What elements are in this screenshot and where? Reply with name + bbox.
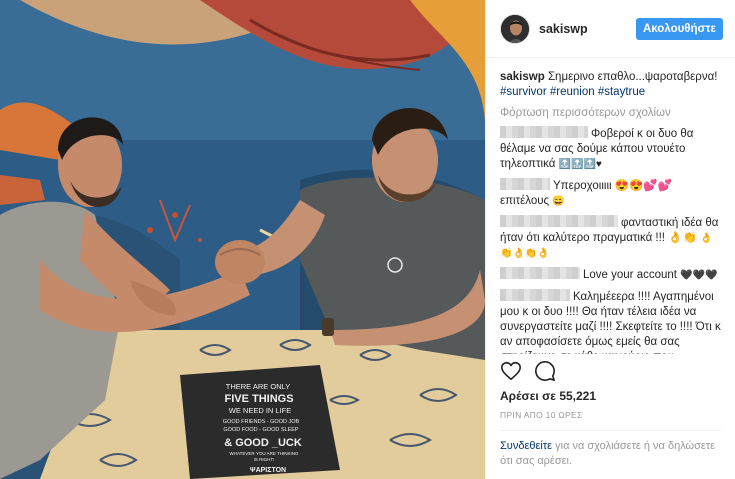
post-header: sakiswp Ακολουθήστε <box>486 0 735 58</box>
comment-emoji: 😄 <box>552 196 565 207</box>
comment-item: Υπερoχοιιιιι 😍😍💕💕 επιτέλους 😄 <box>500 178 721 209</box>
comment-emoji: 🔝🔝🔝♥ <box>558 159 602 170</box>
sign-line3: WE NEED IN LIFE <box>229 406 292 415</box>
comment-emoji: 🖤🖤🖤 <box>680 270 718 281</box>
comment-item: φανταστική ιδέα θα ήταν ότι καλύτερο πρα… <box>500 215 721 261</box>
sign-brand: ΨΑΡΙΣΤΟΝ <box>250 467 286 474</box>
post-actions <box>500 360 556 382</box>
likes-count[interactable]: Αρέσει σε 55,221 <box>500 389 596 403</box>
sign-line8: IS RIGHT! <box>254 457 275 462</box>
blurred-username <box>500 126 588 138</box>
comment-bubble-icon[interactable] <box>534 360 556 382</box>
blurred-username <box>500 289 570 301</box>
login-prompt: Συνδεθείτε για να σχολιάσετε ή να δηλώσε… <box>500 439 725 469</box>
caption-text: Σημερινο επαθλο...ψαροταβερνα! <box>544 71 718 83</box>
comments-list[interactable]: sakiswp Σημερινο επαθλο...ψαροταβερνα! #… <box>486 58 735 354</box>
avatar-image <box>501 14 529 43</box>
load-more-comments-link[interactable]: Φόρτωση περισσότερων σχολίων <box>500 106 721 121</box>
post-timestamp: ΠΡΙΝ ΑΠΟ 10 ΩΡΕΣ <box>500 410 583 420</box>
divider <box>500 430 721 431</box>
hashtag-staytrue[interactable]: #staytrue <box>598 86 645 98</box>
blurred-username <box>500 178 550 190</box>
caption-username[interactable]: sakiswp <box>500 71 545 83</box>
username[interactable]: sakiswp <box>539 22 636 36</box>
post-side-panel: sakiswp Ακολουθήστε sakiswp Σημερινο επα… <box>485 0 735 479</box>
sign-line5: GOOD FOOD - GOOD SLEEP <box>223 427 299 433</box>
sign-line2: FIVE THINGS <box>224 393 293 405</box>
comment-text: Love your account <box>583 269 677 281</box>
follow-button[interactable]: Ακολουθήστε <box>635 17 723 40</box>
sign-line1: THERE ARE ONLY <box>226 382 290 391</box>
sign-line7: WHATEVER YOU ARE THINKING <box>229 451 299 456</box>
comment-item: Love your account 🖤🖤🖤 <box>500 267 721 283</box>
hashtag-reunion[interactable]: #reunion <box>550 86 595 98</box>
avatar[interactable] <box>500 13 530 44</box>
blurred-username <box>500 267 580 279</box>
blurred-username <box>500 215 618 227</box>
photo-illustration: THERE ARE ONLY FIVE THINGS WE NEED IN LI… <box>0 0 485 479</box>
comment-item: Φοβεροί κ οι δυο θα θέλαμε να σας δούμε … <box>500 126 721 172</box>
hashtag-survivor[interactable]: #survivor <box>500 86 547 98</box>
comment-item: Καλημέεερα !!!! Αγαπημένοι μου κ οι δυο … <box>500 289 721 354</box>
login-link[interactable]: Συνδεθείτε <box>500 440 552 452</box>
caption: sakiswp Σημερινο επαθλο...ψαροταβερνα! #… <box>500 70 721 100</box>
sign-line4: GOOD FRIENDS - GOOD JOB <box>223 419 300 425</box>
sign-line6: & GOOD _UCK <box>224 437 302 449</box>
post-photo[interactable]: THERE ARE ONLY FIVE THINGS WE NEED IN LI… <box>0 0 485 479</box>
heart-icon[interactable] <box>500 360 522 382</box>
